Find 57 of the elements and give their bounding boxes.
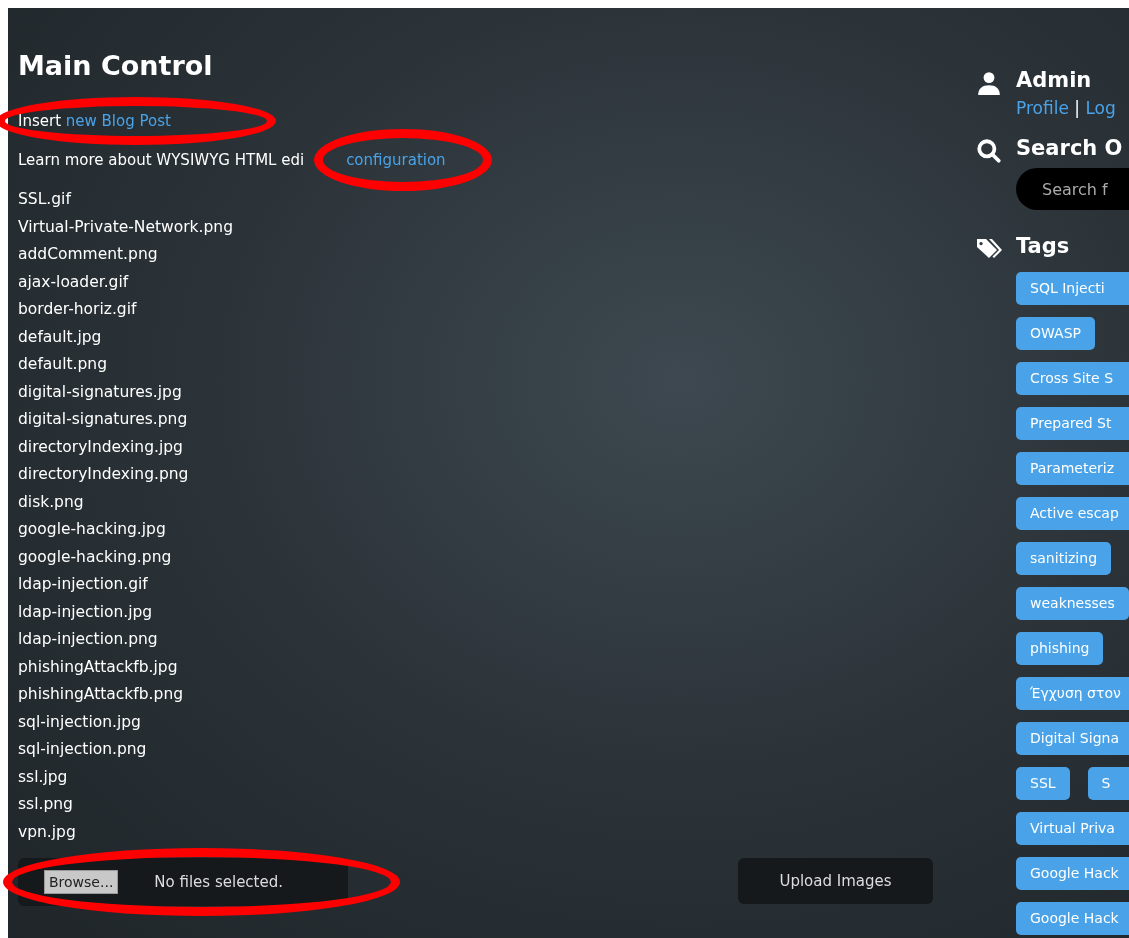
file-name: sql-injection.jpg: [18, 711, 142, 733]
tag[interactable]: OWASP: [1016, 317, 1095, 350]
file-name: google-hacking.png: [18, 546, 173, 568]
file-name: addComment.png: [18, 244, 159, 265]
profile-link[interactable]: Profile: [1016, 98, 1069, 118]
file-name: border-horiz.gif: [18, 299, 138, 320]
tag[interactable]: Google Hack: [1016, 857, 1129, 890]
file-name: ldap-injection.jpg: [18, 601, 154, 623]
file-name: vpn.jpg: [18, 821, 77, 843]
file-name: phishingAttackfb.png: [18, 684, 185, 705]
file-name: digital-signatures.jpg: [18, 381, 183, 403]
file-name: default.jpg: [18, 326, 103, 348]
blog-post-link[interactable]: new Blog Post: [65, 112, 171, 130]
file-name: ldap-injection.png: [18, 629, 159, 650]
file-name: ajax-loader.gif: [18, 271, 130, 293]
file-name: ssl.jpg: [18, 766, 69, 788]
tag[interactable]: weaknesses: [1016, 587, 1129, 620]
tag[interactable]: sanitizing: [1016, 542, 1111, 575]
tag[interactable]: S: [1087, 767, 1129, 800]
tag[interactable]: Cross Site S: [1016, 362, 1129, 395]
file-name: sql-injection.png: [18, 739, 148, 760]
tag[interactable]: Google Hack: [1016, 902, 1129, 935]
search-field[interactable]: Search f: [1016, 168, 1129, 210]
file-name: directoryIndexing.png: [18, 464, 190, 485]
file-name: phishingAttackfb.jpg: [18, 656, 179, 678]
editor-text: Learn more about WYSIWYG HTML edi: [18, 151, 305, 169]
tag[interactable]: Έγχυση στον: [1016, 677, 1129, 710]
tag[interactable]: Prepared St: [1016, 407, 1129, 440]
file-name: ldap-injection.gif: [18, 574, 149, 595]
file-name: default.png: [18, 354, 108, 375]
separator: |: [1074, 98, 1080, 118]
tag[interactable]: Active escap: [1016, 497, 1129, 530]
file-name: ssl.png: [18, 794, 74, 815]
search-title: Search O: [1016, 135, 1124, 162]
tag[interactable]: phishing: [1016, 632, 1104, 665]
file-name: digital-signatures.png: [18, 409, 189, 430]
user-name: Admin: [1016, 67, 1093, 94]
page-title: Main Control: [18, 49, 214, 83]
file-status: No files selected.: [154, 873, 283, 891]
tag[interactable]: Virtual Priva: [1016, 812, 1129, 845]
insert-text: Insert new Blog Post: [18, 112, 171, 130]
tag[interactable]: Parameteriz: [1016, 452, 1129, 485]
file-name: disk.png: [18, 491, 85, 513]
file-name: SSL.gif: [18, 189, 73, 210]
tags-title: Tags: [1016, 233, 1071, 260]
configuration-link[interactable]: configuration: [346, 151, 446, 169]
user-icon: [976, 70, 1002, 96]
tag[interactable]: Digital Signa: [1016, 722, 1129, 755]
browse-button[interactable]: Browse...: [44, 870, 119, 894]
file-name: directoryIndexing.jpg: [18, 436, 184, 458]
file-name: google-hacking.jpg: [18, 519, 167, 540]
tag[interactable]: SSL: [1016, 767, 1070, 800]
upload-button[interactable]: Upload Images: [738, 858, 933, 904]
search-icon: [976, 138, 1002, 164]
tag[interactable]: SQL Injecti: [1016, 272, 1129, 305]
file-name: Virtual-Private-Network.png: [18, 216, 235, 238]
logout-link[interactable]: Log: [1085, 98, 1116, 118]
